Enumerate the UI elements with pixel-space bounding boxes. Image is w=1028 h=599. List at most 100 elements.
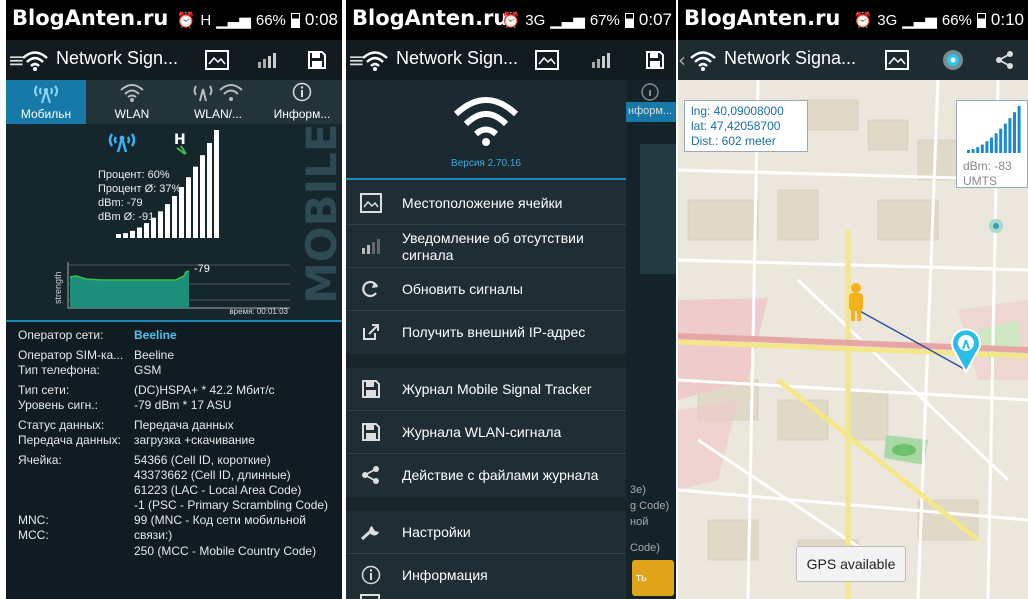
menu-item-info[interactable]: Информация [346,554,626,597]
gps-status-button[interactable]: GPS available [796,546,906,582]
signal-history-bar [1003,123,1007,153]
app-wifi-icon [362,51,388,71]
menu-item-no-signal-alert[interactable]: Уведомление об отсутствии сигнала [346,225,626,268]
menu-divider [346,497,626,511]
signal-history-bar [967,150,970,153]
tab-label: WLAN [114,107,150,121]
locate-button[interactable] [938,46,968,74]
signal-graph-canvas: MOBILE H Процент: 60% Процент Ø: 37% dBm… [53,124,342,316]
app-bar: ≡ Network Sign... [6,40,342,80]
truncated-menu-icon [360,594,380,599]
save-log-button[interactable] [640,46,670,74]
phone-screen-map: BlogAnten.ru ⏰ 3G ▁▃▅ 66% 0:10 ‹ Network… [678,0,1028,599]
network-type-indicator: H [200,11,212,29]
info-label: Тип телефона: [18,363,100,377]
menu-item-mst-log[interactable]: Журнал Mobile Signal Tracker [346,368,626,411]
back-icon[interactable]: ‹ [678,48,686,72]
neighbor-cell-marker-icon[interactable] [989,219,1003,233]
map-button[interactable] [882,46,912,74]
signal-bars-icon [258,53,276,68]
map-button[interactable] [532,46,562,74]
refresh-icon [362,280,379,298]
menu-item-label: Журнала WLAN-сигнала [402,424,562,440]
menu-item-log-files[interactable]: Действие с файлами журнала [346,454,626,497]
signal-bars-icon [592,53,610,68]
history-y-label: strength [53,271,63,304]
peek-text: Code) [630,542,660,554]
signal-history-bar [1017,106,1021,153]
menu-item-external-ip[interactable]: Получить внешний IP-адрес [346,311,626,354]
signal-history-bar [990,137,993,153]
menu-item-wlan-log[interactable]: Журнала WLAN-сигнала [346,411,626,454]
menu-item-settings[interactable]: Настройки [346,511,626,554]
external-link-icon [363,324,379,340]
tab-label: Информ... [273,107,331,121]
peek-text: ной [630,516,649,528]
info-value: 250 (MCC - Mobile Country Code) [134,544,317,558]
info-value: Beeline [134,348,175,362]
menu-item-label: Информация [402,567,488,583]
latitude: lat: 47,42058700 [691,119,781,133]
info-value: загрузка +скачивание [134,433,255,447]
wrench-icon [360,526,379,541]
menu-item-label: Настройки [402,524,471,540]
map-button[interactable] [202,46,232,74]
share-icon [362,466,379,484]
signal-button[interactable] [586,46,616,74]
stat-percent-avg: Процент Ø: 37% [98,183,182,195]
tab-wlan[interactable]: WLAN [92,80,172,124]
wifi-icon [120,84,144,102]
save-log-button[interactable] [302,46,332,74]
status-bar: BlogAnten.ru ⏰ 3G ▁▃▅ 67% 0:07 [346,0,676,40]
strength-bar [144,223,149,238]
info-label: Оператор сети: [18,328,104,342]
tab-wlan-mobile[interactable]: WLAN/... [178,80,258,124]
signal-icon: ▁▃▅ [902,12,937,29]
menu-item-refresh[interactable]: Обновить сигналы [346,268,626,311]
info-label: Оператор SIM-ка... [18,348,124,362]
info-label: Тип сети: [18,383,70,397]
strength-bar [165,204,170,238]
stat-dbm-avg: dBm Ø: -91 [98,211,154,223]
app-title: Network Sign... [396,48,519,68]
info-value: 99 (MNC - Код сети мобильной [134,513,306,527]
alarm-icon: ⏰ [176,12,196,29]
cell-wifi-icon [193,84,243,102]
location-target-icon [943,50,963,70]
info-label: Уровень сигн.: [18,398,98,412]
battery-percent: 66% [255,11,286,29]
tab-bar: Мобильн WLAN WLAN/... Информ... [6,80,342,124]
strength-bar [186,177,191,238]
info-value: 43373662 (Cell ID, длинные) [134,468,291,482]
menu-divider [346,354,626,368]
side-watermark: MOBILE [297,124,342,304]
peek-button: ть [632,560,674,596]
tab-info[interactable]: Информ... [262,80,342,124]
menu-item-label: Действие с файлами журнала [402,467,599,483]
signal-history-bar [976,147,980,153]
share-icon [996,51,1013,69]
menu-item-label: Местоположение ячейки [402,195,563,211]
map-icon [360,193,382,213]
info-value: Beeline [134,328,177,342]
strength-bar [207,142,212,238]
cell-tower-icon [34,85,58,104]
share-button[interactable] [990,46,1020,74]
tab-mobile[interactable]: Мобильн [6,80,86,124]
tab-label: WLAN/... [193,107,242,121]
save-icon [362,423,380,441]
signal-graph-area: MOBILE H Процент: 60% Процент Ø: 37% dBm… [6,124,342,320]
menu-item-cell-location[interactable]: Местоположение ячейки [346,182,626,225]
drawer-header: Версия 2.70.16 [346,80,626,180]
clock: 0:08 [304,10,338,29]
signal-button[interactable] [252,46,282,74]
distance: Dist.: 602 meter [691,134,776,148]
peek-tab: нформ... [626,102,676,122]
app-wifi-icon [22,51,48,71]
battery-icon [290,12,300,28]
navigation-drawer: Версия 2.70.16 Местоположение ячейки Уве… [346,80,626,599]
signal-history-bar [1013,112,1016,153]
signal-history-bar [1008,118,1012,153]
strength-bar [193,166,198,238]
app-bar: ≡ Network Sign... [346,40,676,80]
